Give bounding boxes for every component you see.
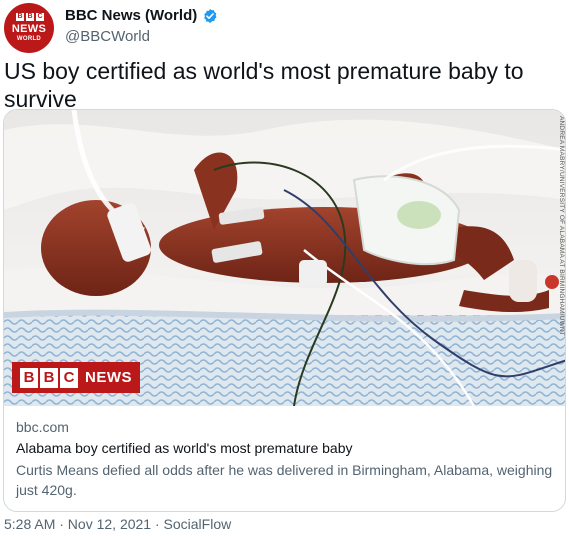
badge-news-label: NEWS	[85, 369, 132, 386]
card-title: Alabama boy certified as world's most pr…	[16, 440, 353, 456]
tweet-meta[interactable]: 5:28 AM · Nov 12, 2021 · SocialFlow	[4, 516, 231, 532]
tweet-header: B B C NEWS WORLD BBC News (World) @BBCWo…	[0, 0, 569, 54]
display-name[interactable]: BBC News (World)	[65, 7, 197, 24]
card-description: Curtis Means defied all odds after he wa…	[16, 462, 553, 498]
bbc-news-badge: B B C NEWS	[12, 362, 140, 393]
tweet-text: US boy certified as world's most prematu…	[4, 58, 524, 112]
verified-badge-icon	[202, 8, 218, 24]
avatar-news-text: NEWS	[11, 23, 47, 35]
avatar-block-c: C	[36, 13, 44, 21]
badge-block-c: C	[60, 367, 78, 388]
badge-block-b1: B	[20, 367, 38, 388]
card-body[interactable]: bbc.com Alabama boy certified as world's…	[4, 406, 565, 500]
user-handle[interactable]: @BBCWorld	[65, 28, 150, 45]
avatar-logo-blocks: B B C	[16, 13, 44, 21]
name-row: BBC News (World)	[65, 7, 218, 24]
avatar-block-b2: B	[26, 13, 34, 21]
avatar-world-text: WORLD	[16, 36, 42, 42]
photo-credit: ANDREA MABRY/UNIVERSITY OF ALABAMA AT BI…	[558, 116, 565, 336]
link-card[interactable]: ANDREA MABRY/UNIVERSITY OF ALABAMA AT BI…	[3, 109, 566, 512]
card-image[interactable]: ANDREA MABRY/UNIVERSITY OF ALABAMA AT BI…	[4, 110, 565, 406]
avatar-block-b1: B	[16, 13, 24, 21]
card-domain: bbc.com	[16, 419, 69, 435]
avatar[interactable]: B B C NEWS WORLD	[4, 3, 54, 53]
badge-block-b2: B	[40, 367, 58, 388]
